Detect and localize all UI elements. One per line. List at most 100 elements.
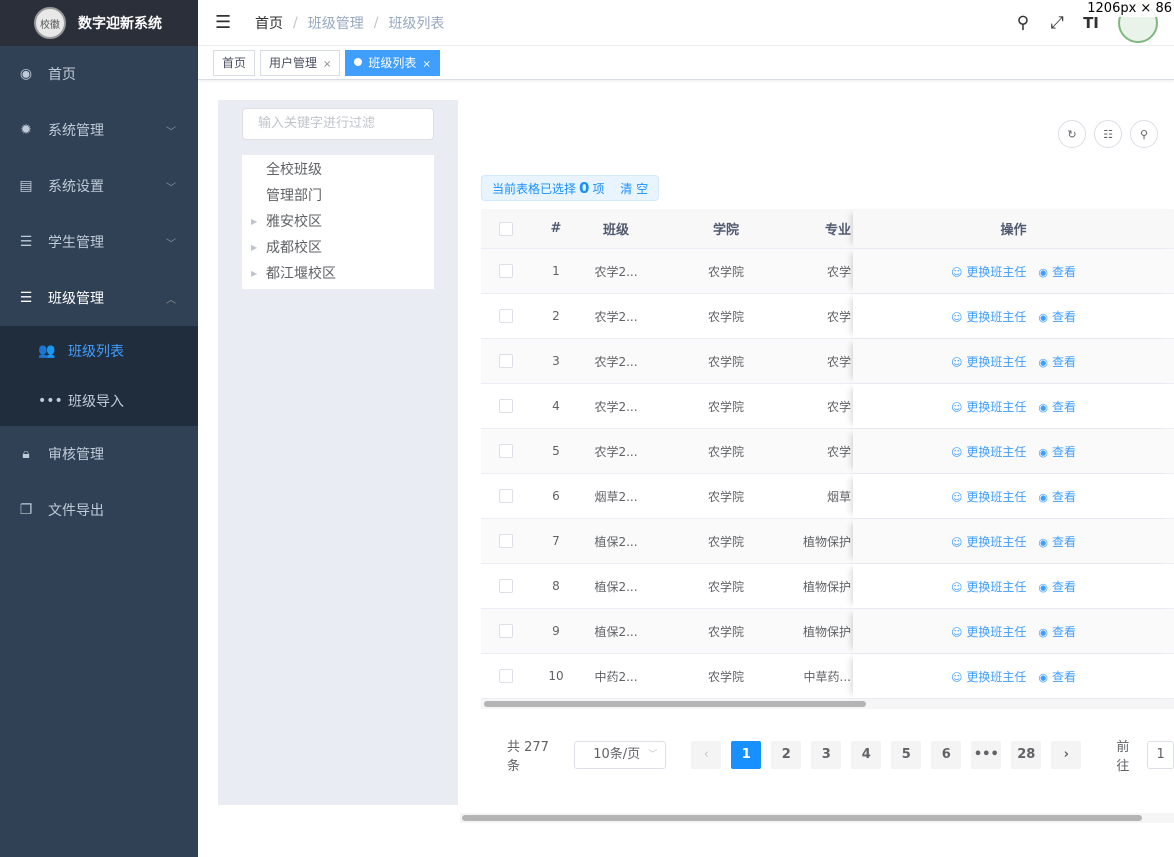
cell-index: 1 <box>552 264 560 278</box>
view-link[interactable]: ◉ 查看 <box>1038 578 1076 595</box>
page-scrollbar[interactable] <box>460 813 1174 823</box>
table-scrollbar[interactable] <box>481 699 1174 709</box>
tag-user-management[interactable]: 用户管理 × <box>260 49 341 76</box>
tree-node[interactable]: ▶ 成都校区 <box>242 235 434 261</box>
search-icon[interactable]: ⚲ <box>1006 13 1040 33</box>
columns-button[interactable]: ☷ <box>1094 120 1122 148</box>
view-link[interactable]: ◉ 查看 <box>1038 668 1076 685</box>
change-teacher-link[interactable]: ☺ 更换班主任 <box>951 668 1026 685</box>
page-button[interactable]: 4 <box>851 741 882 769</box>
prev-page-button[interactable]: ‹ <box>691 741 722 769</box>
checkbox[interactable] <box>499 444 513 458</box>
row-checkbox[interactable] <box>481 579 531 593</box>
checkbox[interactable] <box>499 399 513 413</box>
tree-node[interactable]: ▶ 雅安校区 <box>242 209 434 235</box>
close-icon[interactable]: × <box>422 59 430 70</box>
sidebar-item-file-export[interactable]: ❐ 文件导出 <box>0 482 198 538</box>
row-checkbox[interactable] <box>481 624 531 638</box>
breadcrumb-item[interactable]: 首页 <box>255 13 283 33</box>
view-link[interactable]: ◉ 查看 <box>1038 533 1076 550</box>
view-link[interactable]: ◉ 查看 <box>1038 623 1076 640</box>
page-button[interactable]: 3 <box>811 741 842 769</box>
tag-class-list[interactable]: 班级列表 × <box>345 49 440 76</box>
checkbox[interactable] <box>499 579 513 593</box>
checkbox[interactable] <box>499 669 513 683</box>
change-teacher-link[interactable]: ☺ 更换班主任 <box>951 488 1026 505</box>
change-teacher-link[interactable]: ☺ 更换班主任 <box>951 623 1026 640</box>
checkbox[interactable] <box>499 624 513 638</box>
view-link[interactable]: ◉ 查看 <box>1038 398 1076 415</box>
caret-right-icon[interactable]: ▶ <box>251 209 257 235</box>
eye-icon: ◉ <box>1038 670 1049 684</box>
tree-filter-input[interactable] <box>258 116 428 131</box>
page-jump-label: 前往 <box>1116 740 1130 774</box>
hamburger-icon[interactable]: ☰ <box>215 12 233 33</box>
page-button[interactable]: 2 <box>771 741 802 769</box>
sidebar-item-review-management[interactable]: 🔒︎ 审核管理 <box>0 426 198 482</box>
view-link[interactable]: ◉ 查看 <box>1038 353 1076 370</box>
page-button[interactable]: 5 <box>891 741 922 769</box>
caret-right-icon[interactable]: ▶ <box>251 261 257 287</box>
row-checkbox[interactable] <box>481 444 531 458</box>
fullscreen-icon[interactable]: ⤢ <box>1040 13 1074 33</box>
row-checkbox[interactable] <box>481 399 531 413</box>
sidebar-item-class-import[interactable]: ••• 班级导入 <box>0 376 198 426</box>
row-checkbox[interactable] <box>481 669 531 683</box>
close-icon[interactable]: × <box>323 59 331 70</box>
cell-college: 农学院 <box>707 264 744 279</box>
caret-right-icon[interactable]: ▶ <box>251 235 257 261</box>
page-size-value: 10条/页 <box>593 747 641 762</box>
sidebar-item-system-management[interactable]: ✹ 系统管理 ﹀ <box>0 102 198 158</box>
page-button[interactable]: 6 <box>931 741 962 769</box>
view-link[interactable]: ◉ 查看 <box>1038 443 1076 460</box>
change-teacher-link[interactable]: ☺ 更换班主任 <box>951 353 1026 370</box>
next-page-button[interactable]: › <box>1051 741 1082 769</box>
change-teacher-link[interactable]: ☺ 更换班主任 <box>951 308 1026 325</box>
page-jump-input[interactable]: 1 <box>1147 741 1174 769</box>
refresh-button[interactable]: ↻ <box>1058 120 1086 148</box>
view-link[interactable]: ◉ 查看 <box>1038 488 1076 505</box>
tree-node[interactable]: 管理部门 <box>242 183 434 209</box>
sidebar-item-home[interactable]: ◉ 首页 <box>0 46 198 102</box>
sidebar-item-system-settings[interactable]: ▤ 系统设置 ﹀ <box>0 158 198 214</box>
change-teacher-link[interactable]: ☺ 更换班主任 <box>951 263 1026 280</box>
change-teacher-link[interactable]: ☺ 更换班主任 <box>951 398 1026 415</box>
row-checkbox[interactable] <box>481 309 531 323</box>
change-teacher-link[interactable]: ☺ 更换班主任 <box>951 533 1026 550</box>
checkbox[interactable] <box>499 489 513 503</box>
cell-major: 农学 <box>826 399 851 414</box>
view-link[interactable]: ◉ 查看 <box>1038 263 1076 280</box>
toggle-search-button[interactable]: ⚲ <box>1130 120 1158 148</box>
tag-home[interactable]: 首页 <box>213 49 256 76</box>
more-pages-button[interactable]: ••• <box>971 741 1002 769</box>
select-all-checkbox[interactable] <box>481 221 531 236</box>
page-button[interactable]: 1 <box>731 741 762 769</box>
scrollbar-thumb[interactable] <box>484 701 866 707</box>
table-row: 9 植保2... 农学院 植物保护 ☺ 更换班主任 ◉ 查看 <box>481 609 1174 654</box>
checkbox[interactable] <box>499 534 513 548</box>
row-checkbox[interactable] <box>481 264 531 278</box>
sidebar-item-student-management[interactable]: ☰ 学生管理 ﹀ <box>0 214 198 270</box>
sidebar-item-class-list[interactable]: 👥 班级列表 <box>0 326 198 376</box>
clear-selection-button[interactable]: 清 空 <box>620 182 648 196</box>
sidebar-item-class-management[interactable]: ☰ 班级管理 ︿ <box>0 270 198 326</box>
checkbox[interactable] <box>499 354 513 368</box>
checkbox[interactable] <box>499 221 513 236</box>
row-checkbox[interactable] <box>481 489 531 503</box>
view-link[interactable]: ◉ 查看 <box>1038 308 1076 325</box>
row-checkbox[interactable] <box>481 534 531 548</box>
checkbox[interactable] <box>499 309 513 323</box>
change-teacher-link[interactable]: ☺ 更换班主任 <box>951 578 1026 595</box>
change-teacher-link[interactable]: ☺ 更换班主任 <box>951 443 1026 460</box>
more-dots-icon: ••• <box>38 393 63 409</box>
page-size-select[interactable]: 10条/页 ﹀ <box>574 741 667 769</box>
user-icon: ☺ <box>950 535 963 549</box>
tree-node[interactable]: ▶ 都江堰校区 <box>242 261 434 287</box>
cell-class: 植保2... <box>594 579 638 594</box>
tree-node[interactable]: 全校班级 <box>242 157 434 183</box>
scrollbar-thumb[interactable] <box>462 815 1142 821</box>
checkbox[interactable] <box>499 264 513 278</box>
tree-filter-field[interactable] <box>242 108 434 140</box>
page-button[interactable]: 28 <box>1011 741 1042 769</box>
row-checkbox[interactable] <box>481 354 531 368</box>
